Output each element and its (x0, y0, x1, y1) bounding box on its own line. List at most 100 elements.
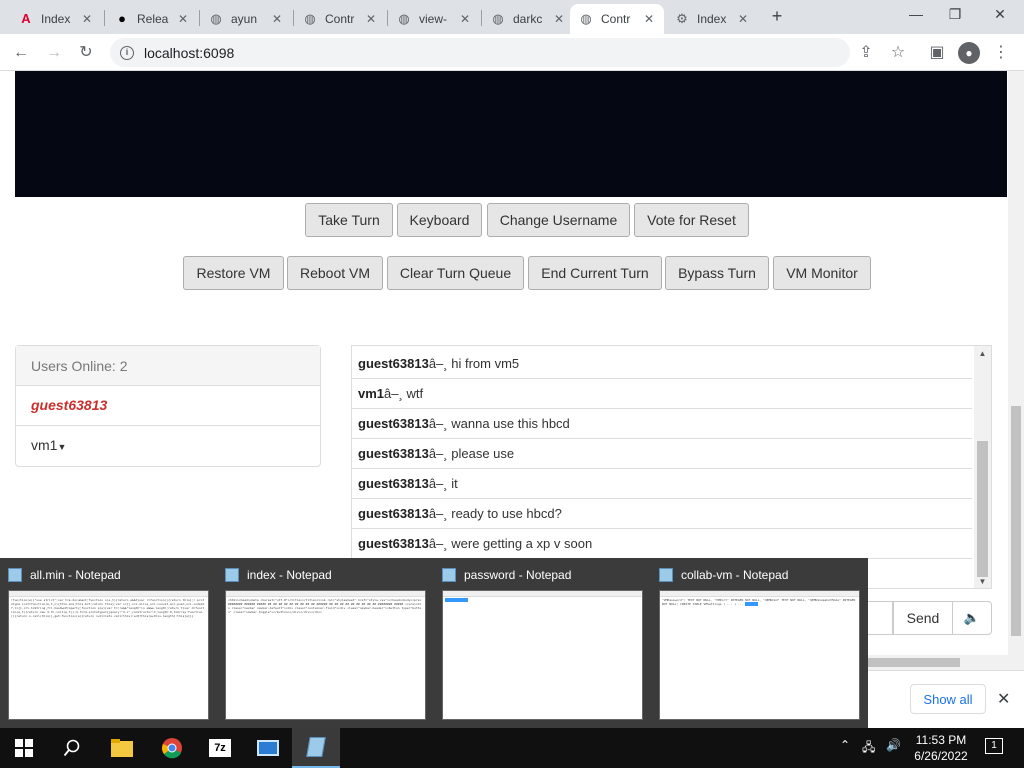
vm-monitor-button[interactable]: VM Monitor (773, 256, 871, 290)
close-icon[interactable]: ✕ (270, 12, 284, 26)
tab-label: Index (41, 12, 71, 26)
show-all-button[interactable]: Show all (910, 684, 986, 714)
volume-tray-icon[interactable]: 🔊 (886, 738, 901, 752)
tab-label: Relea (137, 12, 169, 26)
tab-label: Contr (325, 12, 355, 26)
chat-separator: â–¸ (428, 356, 448, 371)
chat-separator: â–¸ (428, 536, 448, 551)
take-turn-button[interactable]: Take Turn (305, 203, 393, 237)
notification-center-icon[interactable]: 1 (985, 738, 1003, 754)
chat-separator: â–¸ (428, 416, 448, 431)
end-current-turn-button[interactable]: End Current Turn (528, 256, 662, 290)
windows-start-icon[interactable] (0, 728, 48, 768)
close-icon[interactable]: ✕ (552, 12, 566, 26)
chat-separator: â–¸ (428, 476, 448, 491)
browser-tab-6[interactable]: ◍ darkc ✕ (482, 4, 574, 34)
restore-vm-button[interactable]: Restore VM (183, 256, 284, 290)
windows-taskbar: 7z ⌃ 🖧 🔊 11:53 PM 6/26/2022 1 (0, 728, 1024, 768)
notepad-taskbar-icon[interactable] (292, 728, 340, 768)
globe-icon: ◍ (210, 11, 222, 26)
tab-label: darkc (513, 12, 543, 26)
volume-icon[interactable]: 🔈 (952, 601, 992, 635)
page-vertical-scrollbar[interactable] (1008, 71, 1024, 671)
page-scroll-thumb[interactable] (1011, 406, 1021, 636)
menu-kebab-icon[interactable]: ⋮ (990, 42, 1012, 64)
control-panel-icon[interactable] (244, 728, 292, 768)
github-icon: ● (118, 11, 126, 26)
vm-display[interactable] (15, 71, 1007, 197)
minimize-icon[interactable]: — (906, 6, 926, 22)
reboot-vm-button[interactable]: Reboot VM (287, 256, 383, 290)
bypass-turn-button[interactable]: Bypass Turn (665, 256, 769, 290)
chat-scroll-thumb[interactable] (977, 441, 988, 577)
notepad-thumbnail[interactable]: collab-vm - Notepad "VMPassword": TEXT N… (651, 558, 868, 728)
browser-tab-8[interactable]: ⚙ Index ✕ (666, 4, 758, 34)
close-icon[interactable]: ✕ (736, 12, 750, 26)
browser-tab-7-active[interactable]: ◍ Contr ✕ (570, 4, 664, 34)
network-icon[interactable]: 🖧 (862, 738, 875, 759)
address-bar[interactable]: i localhost:6098 (110, 38, 850, 67)
restore-icon[interactable]: ❐ (945, 6, 965, 23)
share-icon[interactable]: ⇪ (855, 42, 877, 64)
7zip-icon[interactable]: 7z (196, 728, 244, 768)
page-hscroll-thumb[interactable] (860, 658, 960, 667)
chrome-icon[interactable] (148, 728, 196, 768)
user-name: vm1 (31, 437, 58, 453)
clock-date: 6/26/2022 (914, 749, 968, 763)
thumbnail-title: index - Notepad (247, 568, 332, 582)
globe-icon: ◍ (580, 11, 592, 26)
profile-avatar[interactable]: ● (958, 42, 980, 64)
user-self[interactable]: guest63813 (16, 386, 320, 426)
search-icon[interactable] (48, 728, 96, 768)
caret-down-icon: ▼ (57, 442, 67, 452)
window-close-icon[interactable]: ✕ (990, 6, 1010, 23)
chat-panel: guest63813â–¸ hi from vm5 vm1â–¸ wtf gue… (351, 345, 992, 589)
globe-icon: ◍ (492, 11, 504, 26)
scroll-up-icon[interactable]: ▲ (974, 349, 991, 358)
new-tab-button[interactable]: + (767, 6, 787, 27)
notepad-thumbnail[interactable]: index - Notepad <html><head><meta charse… (217, 558, 434, 728)
chat-message: guest63813â–¸ wanna use this hbcd (352, 409, 972, 439)
side-panel-icon[interactable]: ▣ (926, 42, 948, 64)
site-info-icon[interactable]: i (120, 45, 134, 60)
notepad-thumbnail[interactable]: password - Notepad (434, 558, 651, 728)
file-explorer-icon[interactable] (98, 728, 146, 768)
chat-scrollbar[interactable]: ▲ ▼ (974, 346, 991, 588)
close-icon[interactable]: ✕ (176, 12, 190, 26)
close-icon[interactable]: ✕ (80, 12, 94, 26)
user-vm1-dropdown[interactable]: vm1▼ (16, 426, 320, 466)
back-icon[interactable]: ← (10, 42, 32, 64)
browser-tab-2[interactable]: ● Relea ✕ (106, 4, 198, 34)
thumbnail-preview: "VMPassword": TEXT NOT NULL, "VMPort" IN… (659, 590, 860, 720)
url-text: localhost:6098 (144, 44, 235, 61)
notepad-thumbnail[interactable]: all.min - Notepad !function(e){"use stri… (0, 558, 217, 728)
browser-tab-strip: A Index ✕ ● Relea ✕ ◍ ayun ✕ ◍ Contr ✕ ◍… (0, 0, 1024, 34)
chat-message: guest63813â–¸ it (352, 469, 972, 499)
chat-text: hi from vm5 (451, 356, 520, 371)
browser-tab-1[interactable]: A Index ✕ (10, 4, 102, 34)
vote-for-reset-button[interactable]: Vote for Reset (634, 203, 749, 237)
chat-separator: â–¸ (428, 506, 448, 521)
browser-tab-4[interactable]: ◍ Contr ✕ (294, 4, 386, 34)
keyboard-button[interactable]: Keyboard (397, 203, 482, 237)
browser-tab-5[interactable]: ◍ view- ✕ (388, 4, 480, 34)
close-icon[interactable]: ✕ (997, 689, 1010, 709)
close-icon[interactable]: ✕ (458, 12, 472, 26)
chat-separator: â–¸ (428, 446, 448, 461)
close-icon[interactable]: ✕ (364, 12, 378, 26)
scroll-down-icon[interactable]: ▼ (974, 577, 991, 586)
forward-icon[interactable]: → (43, 42, 65, 64)
send-button[interactable]: Send (893, 601, 953, 635)
change-username-button[interactable]: Change Username (487, 203, 630, 237)
thumbnail-title: all.min - Notepad (30, 568, 121, 582)
close-icon[interactable]: ✕ (642, 12, 656, 26)
reload-icon[interactable]: ↻ (75, 42, 97, 64)
notepad-icon (442, 568, 456, 582)
browser-tab-3[interactable]: ◍ ayun ✕ (200, 4, 292, 34)
notepad-icon (225, 568, 239, 582)
bookmark-star-icon[interactable]: ☆ (887, 42, 909, 64)
clear-turn-queue-button[interactable]: Clear Turn Queue (387, 256, 524, 290)
show-hidden-icons[interactable]: ⌃ (840, 738, 850, 752)
system-clock[interactable]: 11:53 PM 6/26/2022 (902, 732, 980, 764)
tab-label: view- (419, 12, 448, 26)
